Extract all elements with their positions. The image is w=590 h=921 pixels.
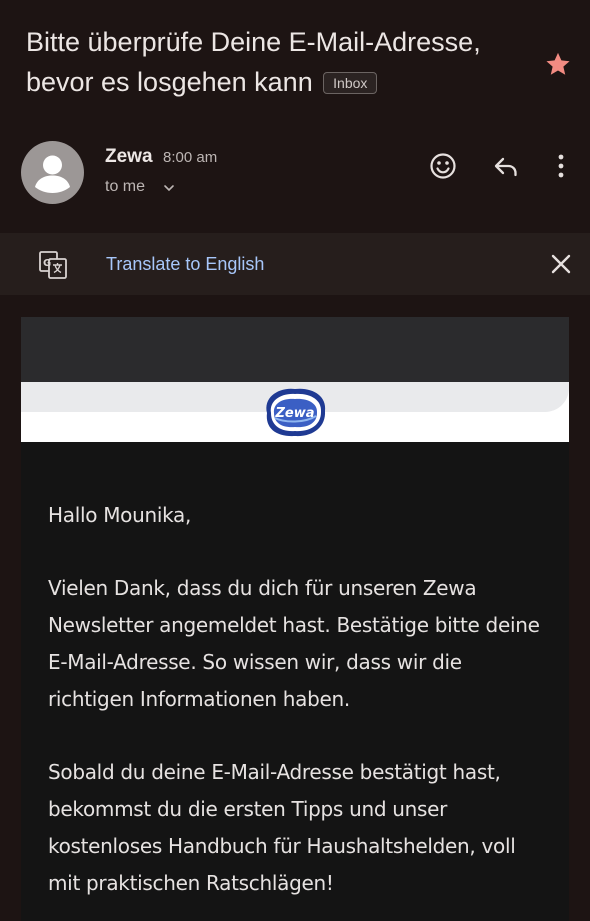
zewa-logo[interactable]: Zewa xyxy=(259,383,331,441)
star-icon[interactable] xyxy=(544,50,572,78)
subject-row: Bitte überprüfe Deine E-Mail-Adresse, be… xyxy=(26,22,546,102)
email-subject: Bitte überprüfe Deine E-Mail-Adresse, be… xyxy=(26,27,481,97)
translate-bar: G Translate to English xyxy=(0,233,590,295)
email-content: Zewa Hallo Mounika, Vielen Dank, dass du… xyxy=(21,317,569,921)
email-body: Hallo Mounika, Vielen Dank, dass du dich… xyxy=(48,497,548,902)
sent-time: 8:00 am xyxy=(163,149,218,166)
avatar-person-icon xyxy=(35,155,70,193)
sender-row: Zewa 8:00 am to me xyxy=(0,138,590,210)
avatar[interactable] xyxy=(21,141,84,204)
logo-text: Zewa xyxy=(274,406,314,421)
chevron-down-icon[interactable] xyxy=(162,181,176,195)
greeting: Hallo Mounika, xyxy=(48,503,192,527)
sender-name[interactable]: Zewa xyxy=(105,146,153,168)
reply-icon[interactable] xyxy=(490,150,522,182)
recipient-details[interactable]: to me xyxy=(105,178,145,196)
inbox-label[interactable]: Inbox xyxy=(323,72,378,94)
logo-band: Zewa xyxy=(21,382,569,442)
svg-text:G: G xyxy=(43,258,51,269)
more-vert-icon[interactable] xyxy=(545,150,577,182)
email-header-band xyxy=(21,317,569,382)
translate-icon: G xyxy=(39,251,67,279)
emoji-icon[interactable] xyxy=(427,150,459,182)
body-paragraph-2: Sobald du deine E-Mail-Adresse bestätigt… xyxy=(48,760,516,895)
translate-link[interactable]: Translate to English xyxy=(106,254,264,275)
close-icon[interactable] xyxy=(547,250,575,278)
body-paragraph-1: Vielen Dank, dass du dich für unseren Ze… xyxy=(48,576,540,711)
